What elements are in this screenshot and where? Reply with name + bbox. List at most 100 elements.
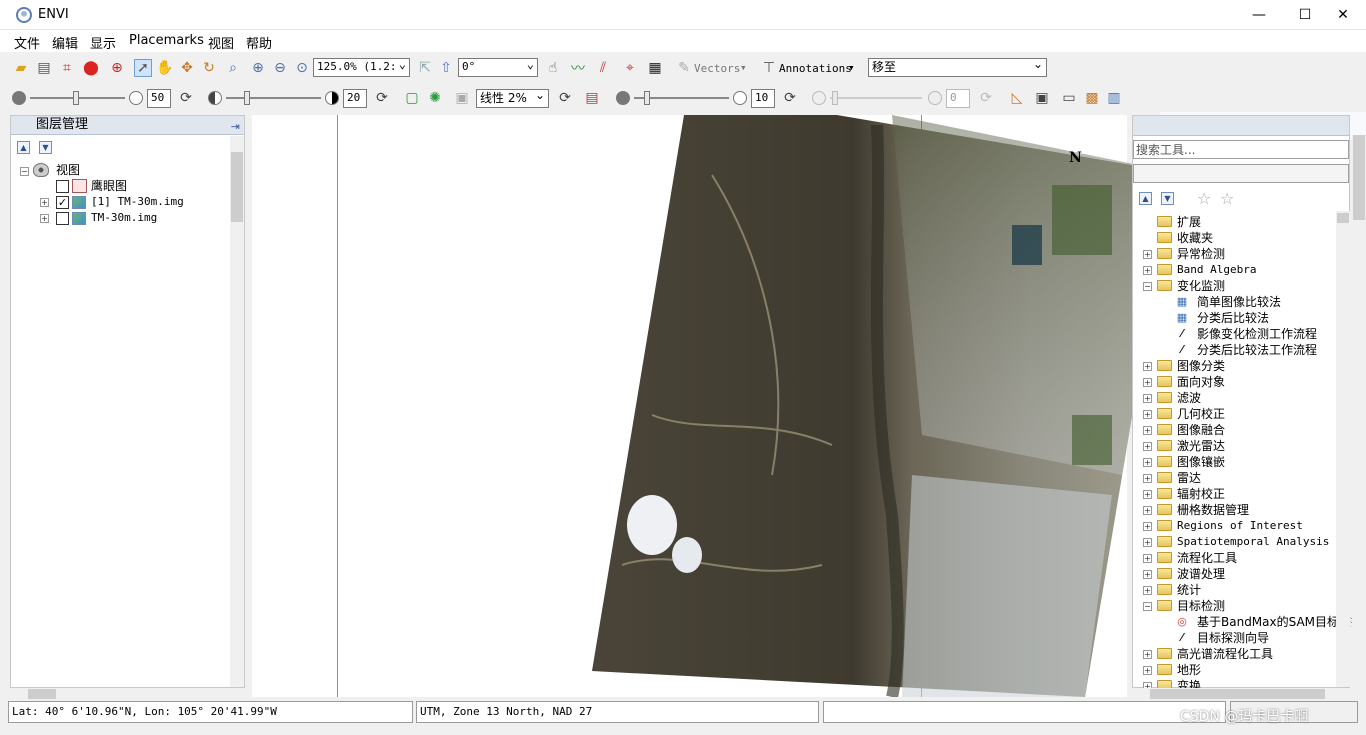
spectral-profile-icon[interactable]: 〰 [569,59,587,77]
transparency-input[interactable]: 0 [946,89,970,108]
toolbox-hscroll-thumb[interactable] [1150,689,1325,699]
brightness-slider-thumb[interactable] [73,91,79,105]
toolbox-search-input[interactable]: 搜索工具... [1133,140,1349,159]
panel-pin-icon[interactable]: ⇥ [231,118,240,136]
layer2-checkbox[interactable] [56,212,69,225]
annotations-menu[interactable]: Annotations [779,62,852,75]
toolbox-item[interactable]: 简单图像比较法 [1197,294,1281,310]
toolbox-item[interactable]: 变化监测 [1177,278,1225,294]
image-view[interactable]: N [252,115,1173,697]
layer1-checkbox[interactable]: ✓ [56,196,69,209]
toolbox-item[interactable]: 目标探测向导 [1197,630,1269,646]
toolbox-item[interactable]: 高光谱流程化工具 [1177,646,1273,662]
toolbox-expander[interactable]: + [1143,250,1152,259]
zoom-icon[interactable]: ⌕ [224,59,242,77]
layer-panel-hscroll[interactable] [10,688,225,700]
vectors-icon[interactable]: ✎ [675,59,693,77]
toolbox-item[interactable]: 流程化工具 [1177,550,1237,566]
toolbox-item[interactable]: 几何校正 [1177,406,1225,422]
toolbox-expander[interactable]: + [1143,394,1152,403]
roi-tool-icon[interactable]: ⌖ [621,59,639,77]
toolbox-expander[interactable]: + [1143,474,1152,483]
data-manager-icon[interactable]: ▤ [35,59,53,77]
rotate-left-icon[interactable]: ⇱ [416,59,434,77]
zoom-select[interactable]: 125.0% (1.2: [313,56,410,77]
tree-item-overview[interactable]: 鹰眼图 [91,178,127,194]
vectors-dropdown-icon[interactable]: ▾ [740,61,747,74]
transparency-slider-thumb[interactable] [832,91,838,105]
select-arrow-icon[interactable]: ➚ [134,59,152,77]
tree-item-layer2[interactable]: TM-30m.img [91,210,157,226]
toolbox-item[interactable]: 目标检测 [1177,598,1225,614]
stretch-select[interactable]: 线性 2% [476,87,549,108]
color-table-icon[interactable]: ▤ [583,89,601,107]
toolbox-collapse-button[interactable]: ▲ [1139,192,1152,205]
toolbox-expander[interactable]: + [1143,522,1152,531]
toolbox-expander[interactable]: + [1143,490,1152,499]
toolbox-item[interactable]: Band Algebra [1177,262,1256,278]
pan-hand-icon[interactable]: ✋ [156,59,174,77]
rotation-select[interactable]: 0° [458,56,538,77]
toolbox-hscroll[interactable] [1132,688,1350,700]
remove-favorite-icon[interactable]: ☆ [1220,189,1234,208]
toolbox-expander[interactable]: + [1143,458,1152,467]
toolbox-expander[interactable]: + [1143,362,1152,371]
crosshair-icon[interactable]: ⊕ [108,59,126,77]
toolbox-expand-button[interactable]: ▼ [1161,192,1174,205]
tree-item-layer1[interactable]: [1] TM-30m.img [91,194,184,210]
toolbox-expander[interactable]: + [1143,426,1152,435]
reset-contrast-icon[interactable]: ⟳ [373,89,391,107]
fly-icon[interactable]: ✥ [178,59,196,77]
outer-right-scroll-thumb[interactable] [1353,135,1365,220]
toolbox-expander[interactable]: + [1143,586,1152,595]
add-favorite-icon[interactable]: ☆ [1197,189,1211,208]
toolbox-item[interactable]: 波谱处理 [1177,566,1225,582]
toolbox-item[interactable]: 图像融合 [1177,422,1225,438]
menu-placemarks[interactable]: Placemarks [129,33,204,48]
toolbox-scroll-thumb[interactable] [1337,213,1349,223]
menu-display[interactable]: 显示 [90,33,116,52]
line-profile-icon[interactable]: ⫽ [594,59,612,77]
reset-brightness-icon[interactable]: ⟳ [177,89,195,107]
annotations-icon[interactable]: ⊤ [760,59,778,77]
stretch-reset-icon[interactable]: ✺ [426,89,444,107]
toolbox-expander[interactable]: − [1143,282,1152,291]
chip-to-file-icon[interactable]: ▣ [1033,89,1051,107]
transparency-slider[interactable] [830,97,922,99]
view-expander[interactable]: − [20,167,29,176]
contrast-slider-thumb[interactable] [244,91,250,105]
toolbox-item[interactable]: 面向对象 [1177,374,1225,390]
sharpen-input[interactable]: 10 [751,89,775,108]
reset-sharpen-icon[interactable]: ⟳ [781,89,799,107]
expand-all-button[interactable]: ▼ [39,141,52,154]
portal-icon[interactable]: ▭ [1060,89,1078,107]
vectors-menu[interactable]: Vectors [694,62,740,75]
goto-select[interactable]: 移至 [868,56,1047,77]
contrast-input[interactable]: 20 [343,89,367,108]
menu-file[interactable]: 文件 [14,33,40,52]
toolbox-scrollbar[interactable] [1336,211,1350,687]
minimize-button[interactable]: — [1236,0,1282,30]
toolbox-item[interactable]: 分类后比较法工作流程 [1197,342,1317,358]
toolbox-expander[interactable]: + [1143,410,1152,419]
sharpen-slider-thumb[interactable] [644,91,650,105]
toolbox-expander[interactable]: + [1143,538,1152,547]
zoom-out-icon[interactable]: ⊖ [271,59,289,77]
pixel-locator-icon[interactable]: ▦ [646,59,664,77]
rotate-icon[interactable]: ↻ [200,59,218,77]
menu-help[interactable]: 帮助 [246,33,272,52]
contrast-slider[interactable] [226,97,321,99]
toolbox-item[interactable]: 栅格数据管理 [1177,502,1249,518]
toolbox-item[interactable]: Spatiotemporal Analysis [1177,534,1329,550]
zoom-in-icon[interactable]: ⊕ [249,59,267,77]
layer-scroll-thumb[interactable] [231,152,243,222]
zoom-fit-icon[interactable]: ⊙ [293,59,311,77]
toolbox-item[interactable]: 异常检测 [1177,246,1225,262]
toolbox-item[interactable]: 激光雷达 [1177,438,1225,454]
toolbox-item[interactable]: 滤波 [1177,390,1201,406]
toolbox-item[interactable]: 辐射校正 [1177,486,1225,502]
stretch-type-icon[interactable]: ▣ [453,89,471,107]
toolbox-item[interactable]: 扩展 [1177,214,1201,230]
layer-panel-scrollbar[interactable] [230,136,244,687]
tree-view-root[interactable]: 视图 [56,162,80,178]
